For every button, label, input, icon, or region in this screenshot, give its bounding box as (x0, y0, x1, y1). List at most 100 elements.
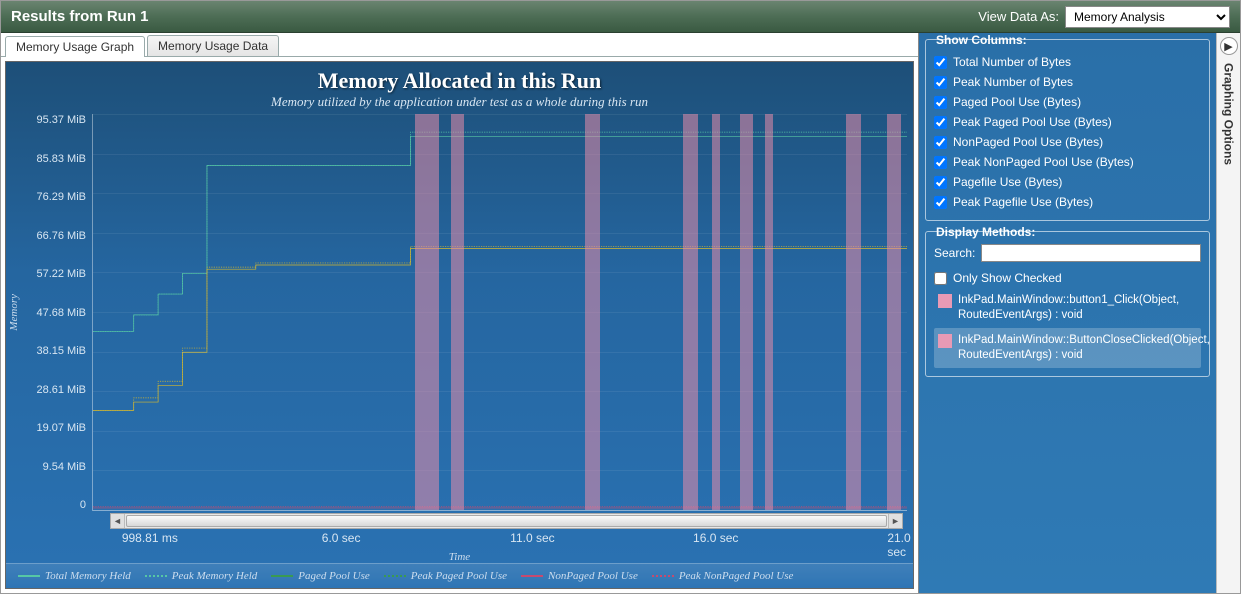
method-swatch-icon (938, 334, 952, 348)
legend-swatch-icon (18, 575, 40, 577)
collapse-panel-button[interactable]: ▶ (1220, 37, 1238, 55)
series-line (93, 246, 907, 410)
x-tick: 21.0 sec (887, 531, 910, 559)
chart-subtitle: Memory utilized by the application under… (6, 94, 913, 110)
method-row[interactable]: InkPad.MainWindow::ButtonCloseClicked(Ob… (934, 328, 1201, 368)
column-row: Peak Paged Pool Use (Bytes) (934, 112, 1201, 132)
column-row: Peak Number of Bytes (934, 72, 1201, 92)
x-tick: 998.81 ms (122, 531, 178, 545)
legend-item[interactable]: Peak Paged Pool Use (384, 570, 507, 582)
event-band (846, 114, 861, 510)
chart-legend: Total Memory Held Peak Memory Held Paged P… (6, 563, 913, 588)
scroll-left-arrow-icon[interactable]: ◄ (111, 514, 125, 528)
chevron-right-icon: ▶ (1224, 40, 1232, 53)
legend-item[interactable]: Paged Pool Use (271, 570, 369, 582)
event-band (740, 114, 753, 510)
y-tick: 28.61 MiB (26, 384, 86, 396)
y-tick: 47.68 MiB (26, 307, 86, 319)
event-band (585, 114, 600, 510)
x-tick: 6.0 sec (322, 531, 361, 545)
legend-swatch-icon (521, 575, 543, 577)
only-show-checked-checkbox[interactable] (934, 272, 947, 285)
options-rail: ▶ Graphing Options (1216, 33, 1240, 593)
column-label: Total Number of Bytes (953, 55, 1071, 69)
legend-item[interactable]: Total Memory Held (18, 570, 131, 582)
legend-swatch-icon (145, 575, 167, 577)
y-tick: 95.37 MiB (26, 114, 86, 126)
column-label: Peak NonPaged Pool Use (Bytes) (953, 155, 1134, 169)
search-label: Search: (934, 246, 975, 260)
column-checkbox[interactable] (934, 76, 947, 89)
chart-plot-area[interactable] (92, 114, 907, 511)
event-band (887, 114, 902, 510)
event-band (683, 114, 698, 510)
header-bar: Results from Run 1 View Data As: Memory … (1, 1, 1240, 33)
y-tick: 0 (26, 499, 86, 511)
column-checkbox[interactable] (934, 116, 947, 129)
only-show-checked-label: Only Show Checked (953, 271, 1062, 285)
column-row: Peak Pagefile Use (Bytes) (934, 192, 1201, 212)
y-tick: 66.76 MiB (26, 230, 86, 242)
tab-0[interactable]: Memory Usage Graph (5, 36, 145, 57)
method-label: InkPad.MainWindow::ButtonCloseClicked(Ob… (958, 333, 1210, 363)
column-checkbox[interactable] (934, 56, 947, 69)
column-label: Peak Number of Bytes (953, 75, 1073, 89)
legend-label: Paged Pool Use (298, 570, 369, 582)
event-band (765, 114, 773, 510)
y-tick: 38.15 MiB (26, 345, 86, 357)
legend-item[interactable]: Peak NonPaged Pool Use (652, 570, 794, 582)
column-checkbox[interactable] (934, 176, 947, 189)
y-tick: 76.29 MiB (26, 191, 86, 203)
method-swatch-icon (938, 294, 952, 308)
column-checkbox[interactable] (934, 96, 947, 109)
legend-label: Peak NonPaged Pool Use (679, 570, 794, 582)
x-axis-label: Time (6, 551, 913, 563)
search-input[interactable] (981, 244, 1201, 262)
x-tick: 11.0 sec (510, 531, 554, 545)
chart-title: Memory Allocated in this Run (6, 68, 913, 94)
legend-swatch-icon (384, 575, 406, 577)
y-axis-label: Memory (6, 294, 22, 331)
column-label: Peak Pagefile Use (Bytes) (953, 195, 1093, 209)
column-row: Peak NonPaged Pool Use (Bytes) (934, 152, 1201, 172)
column-label: Pagefile Use (Bytes) (953, 175, 1062, 189)
display-methods-group: Display Methods: Search: Only Show Check… (925, 231, 1210, 377)
graphing-options-panel: Show Columns: Total Number of Bytes Peak … (919, 33, 1216, 593)
method-label: InkPad.MainWindow::button1_Click(Object,… (958, 293, 1197, 323)
legend-item[interactable]: Peak Memory Held (145, 570, 258, 582)
legend-item[interactable]: NonPaged Pool Use (521, 570, 638, 582)
column-label: NonPaged Pool Use (Bytes) (953, 135, 1103, 149)
column-checkbox[interactable] (934, 156, 947, 169)
column-checkbox[interactable] (934, 136, 947, 149)
x-tick: 16.0 sec (693, 531, 738, 545)
column-row: NonPaged Pool Use (Bytes) (934, 132, 1201, 152)
scroll-right-arrow-icon[interactable]: ► (888, 514, 902, 528)
event-band (415, 114, 439, 510)
y-axis-ticks: 95.37 MiB 85.83 MiB 76.29 MiB 66.76 MiB 57.2… (22, 114, 92, 511)
column-label: Paged Pool Use (Bytes) (953, 95, 1081, 109)
y-tick: 57.22 MiB (26, 268, 86, 280)
graph-panel: Memory Allocated in this Run Memory util… (5, 61, 914, 589)
tab-strip: Memory Usage GraphMemory Usage Data (1, 33, 918, 57)
show-columns-title: Show Columns: (932, 33, 1031, 47)
tab-1[interactable]: Memory Usage Data (147, 35, 279, 56)
method-row[interactable]: InkPad.MainWindow::button1_Click(Object,… (934, 288, 1201, 328)
view-data-as-select[interactable]: Memory Analysis (1065, 6, 1230, 28)
column-checkbox[interactable] (934, 196, 947, 209)
show-columns-group: Show Columns: Total Number of BytesPeak … (925, 39, 1210, 221)
legend-label: NonPaged Pool Use (548, 570, 638, 582)
legend-swatch-icon (271, 575, 293, 577)
event-band (451, 114, 464, 510)
view-data-as-label: View Data As: (978, 9, 1059, 24)
y-tick: 85.83 MiB (26, 153, 86, 165)
rail-label: Graphing Options (1222, 63, 1236, 165)
page-title: Results from Run 1 (11, 8, 978, 25)
series-line (93, 132, 907, 331)
time-scrollbar[interactable]: ◄ ► (110, 513, 903, 529)
column-row: Pagefile Use (Bytes) (934, 172, 1201, 192)
legend-label: Peak Memory Held (172, 570, 258, 582)
column-label: Peak Paged Pool Use (Bytes) (953, 115, 1112, 129)
legend-label: Peak Paged Pool Use (411, 570, 507, 582)
column-row: Total Number of Bytes (934, 52, 1201, 72)
event-band (712, 114, 720, 510)
